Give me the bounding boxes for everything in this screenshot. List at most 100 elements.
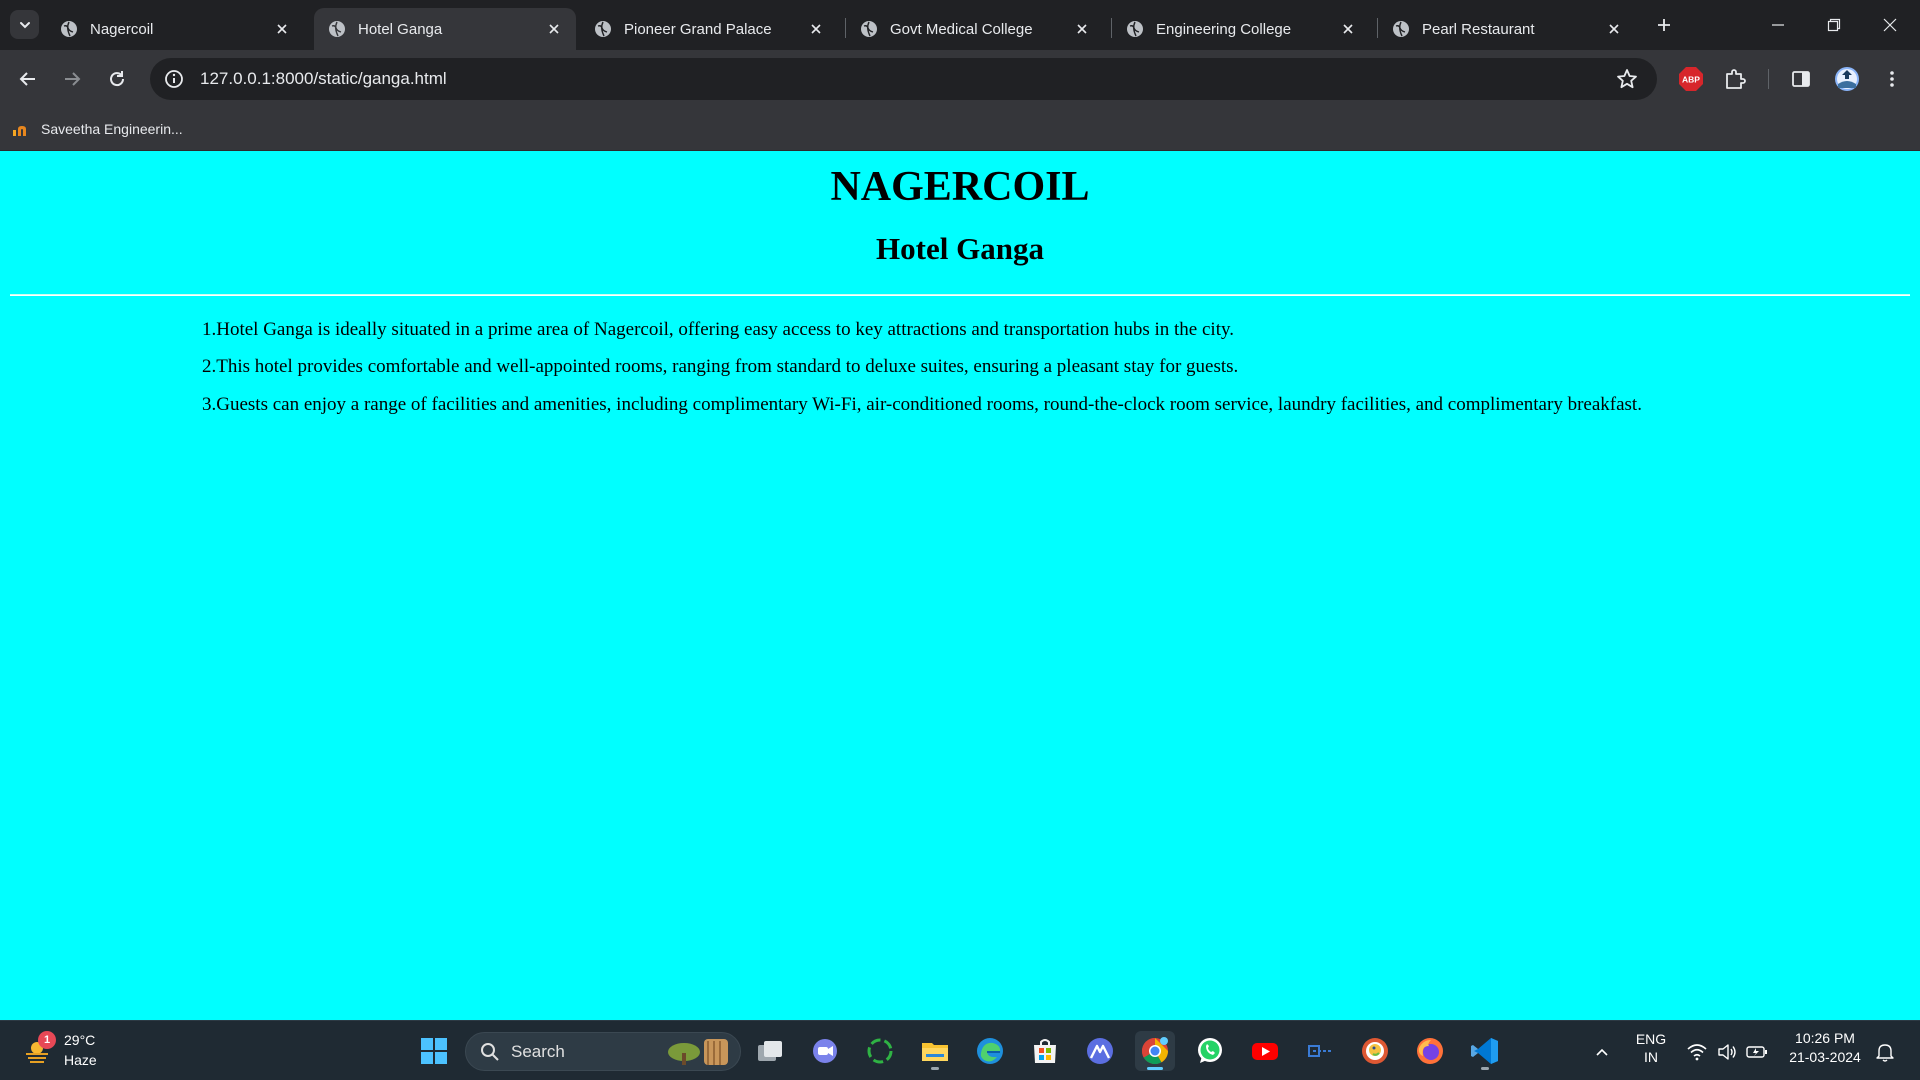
avatar-icon	[1835, 67, 1859, 91]
duckduckgo-button[interactable]	[1355, 1031, 1395, 1071]
weather-condition: Haze	[64, 1052, 97, 1068]
vscode-button[interactable]	[1465, 1031, 1505, 1071]
tab-search-button[interactable]	[10, 10, 39, 39]
file-explorer-button[interactable]	[915, 1031, 955, 1071]
tab-close-button[interactable]	[806, 19, 826, 39]
weather-temperature: 29°C	[64, 1032, 96, 1048]
app-dash-button[interactable]	[1300, 1031, 1340, 1071]
tab-title: Pearl Restaurant	[1422, 20, 1535, 38]
adblock-extension-button[interactable]: ABP	[1677, 65, 1705, 93]
toolbar-divider	[1768, 69, 1769, 89]
close-icon	[549, 24, 559, 34]
search-icon	[481, 1042, 499, 1061]
whatsapp-button[interactable]	[1190, 1031, 1230, 1071]
paragraph-rooms: 2.This hotel provides comfortable and we…	[202, 356, 1239, 377]
close-icon	[1343, 24, 1353, 34]
minimize-icon	[1772, 24, 1784, 26]
mountain-logo-icon	[1087, 1038, 1113, 1064]
task-view-button[interactable]	[750, 1031, 790, 1071]
forward-button[interactable]	[56, 63, 88, 95]
adblock-icon: ABP	[1679, 67, 1703, 91]
tab-govt-medical-college[interactable]: Govt Medical College	[846, 8, 1104, 50]
battery-status[interactable]	[1746, 1041, 1768, 1063]
duckduckgo-icon	[1362, 1038, 1388, 1064]
language-indicator[interactable]: ENG IN	[1628, 1031, 1674, 1065]
bookmark-star-button[interactable]	[1615, 67, 1639, 91]
speaker-icon	[1718, 1044, 1736, 1060]
youtube-button[interactable]	[1245, 1031, 1285, 1071]
restore-button[interactable]	[1806, 0, 1862, 50]
firefox-button[interactable]	[1410, 1031, 1450, 1071]
bell-icon	[1876, 1044, 1894, 1062]
browser-menu-button[interactable]	[1878, 65, 1906, 93]
tab-close-button[interactable]	[272, 19, 292, 39]
running-indicator	[931, 1067, 939, 1070]
tab-nagercoil[interactable]: Nagercoil	[46, 8, 304, 50]
close-icon	[811, 24, 821, 34]
tab-close-button[interactable]	[1338, 19, 1358, 39]
tab-close-button[interactable]	[544, 19, 564, 39]
chat-icon	[813, 1039, 837, 1063]
globe-icon	[61, 21, 77, 37]
tab-hotel-ganga[interactable]: Hotel Ganga	[314, 8, 576, 50]
app-launcher-button[interactable]	[1080, 1031, 1120, 1071]
store-icon	[1034, 1039, 1056, 1063]
minimize-button[interactable]	[1750, 0, 1806, 50]
start-button[interactable]	[414, 1031, 454, 1071]
running-indicator	[1147, 1067, 1163, 1070]
tab-title: Nagercoil	[90, 20, 154, 38]
youtube-icon	[1252, 1043, 1278, 1060]
tab-title: Engineering College	[1156, 20, 1292, 38]
close-icon	[1077, 24, 1087, 34]
windows-taskbar: 1 29°C Haze Search ENG IN 10:26 PM 21-03…	[0, 1020, 1920, 1080]
info-icon	[165, 70, 183, 88]
tab-title: Hotel Ganga	[358, 20, 443, 38]
chrome-icon	[1141, 1037, 1169, 1065]
adblock-label: ABP	[1682, 75, 1700, 85]
globe-icon	[861, 21, 877, 37]
tab-title: Pioneer Grand Palace	[624, 20, 772, 38]
clock-time: 10:26 PM	[1795, 1030, 1855, 1046]
edge-button[interactable]	[970, 1031, 1010, 1071]
wifi-status[interactable]	[1686, 1041, 1708, 1063]
tab-pioneer-grand-palace[interactable]: Pioneer Grand Palace	[580, 8, 838, 50]
tab-close-button[interactable]	[1604, 19, 1624, 39]
back-button[interactable]	[12, 63, 44, 95]
reload-button[interactable]	[101, 63, 133, 95]
volume-control[interactable]	[1716, 1041, 1738, 1063]
teams-chat-button[interactable]	[805, 1031, 845, 1071]
weather-widget[interactable]: 1 29°C Haze	[20, 1029, 140, 1073]
address-bar[interactable]: 127.0.0.1:8000/static/ganga.html	[150, 58, 1657, 100]
close-window-button[interactable]	[1862, 0, 1918, 50]
plus-icon	[1658, 19, 1670, 31]
bookmark-saveetha[interactable]: Saveetha Engineerin...	[12, 117, 183, 141]
side-panel-button[interactable]	[1787, 65, 1815, 93]
url-text[interactable]: 127.0.0.1:8000/static/ganga.html	[200, 69, 447, 89]
microsoft-store-button[interactable]	[1025, 1031, 1065, 1071]
vscode-icon	[1471, 1038, 1498, 1064]
weather-badge: 1	[38, 1031, 56, 1049]
clock[interactable]: 10:26 PM 21-03-2024	[1780, 1030, 1870, 1065]
edge-icon	[977, 1038, 1003, 1064]
task-view-icon	[758, 1041, 782, 1061]
extensions-button[interactable]	[1721, 65, 1749, 93]
cycle-app-button[interactable]	[860, 1031, 900, 1071]
new-tab-button[interactable]	[1652, 13, 1676, 37]
chrome-button[interactable]	[1135, 1031, 1175, 1071]
folder-icon	[922, 1043, 948, 1061]
show-hidden-icons-button[interactable]	[1591, 1041, 1613, 1063]
profile-avatar-button[interactable]	[1833, 65, 1861, 93]
tab-pearl-restaurant[interactable]: Pearl Restaurant	[1378, 8, 1636, 50]
wifi-icon	[1687, 1044, 1707, 1061]
tab-close-button[interactable]	[1072, 19, 1092, 39]
site-info-button[interactable]	[162, 67, 186, 91]
circular-arrows-icon	[867, 1038, 893, 1064]
notifications-button[interactable]	[1874, 1041, 1896, 1063]
search-label: Search	[511, 1041, 565, 1061]
globe-icon	[1127, 21, 1143, 37]
close-icon	[277, 24, 287, 34]
tab-engineering-college[interactable]: Engineering College	[1112, 8, 1370, 50]
bookmarks-bar: Saveetha Engineerin...	[0, 108, 1920, 151]
taskbar-search-box[interactable]: Search	[465, 1032, 741, 1071]
language-region: IN	[1644, 1049, 1658, 1065]
